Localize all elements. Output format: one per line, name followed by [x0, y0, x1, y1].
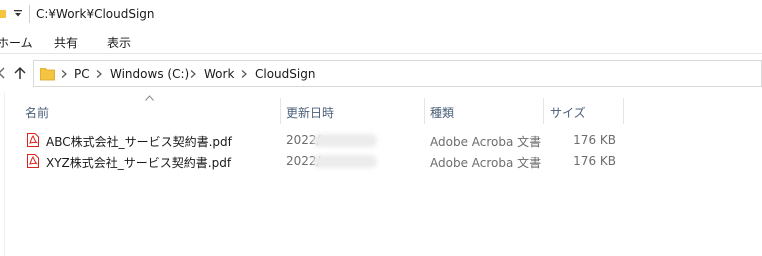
- file-size: 176 KB: [573, 154, 616, 168]
- column-header-date[interactable]: 更新日時: [286, 98, 334, 124]
- pdf-icon: [27, 133, 39, 147]
- column-divider[interactable]: [623, 98, 624, 124]
- back-arrow-icon[interactable]: [0, 66, 6, 80]
- file-name[interactable]: ABC株式会社_サービス契約書.pdf: [46, 133, 232, 150]
- quick-access-dropdown-icon[interactable]: [13, 8, 23, 18]
- window-title: C:¥Work¥CloudSign: [36, 7, 155, 21]
- column-header-size[interactable]: サイズ: [550, 98, 586, 124]
- file-type: Adobe Acroba 文書: [430, 156, 542, 170]
- redacted-date: [313, 155, 377, 168]
- file-size: 176 KB: [573, 133, 616, 147]
- breadcrumb-pc[interactable]: PC: [74, 67, 90, 81]
- column-header-type[interactable]: 種類: [430, 98, 454, 124]
- address-row: PC Windows (C:) Work CloudSign: [0, 54, 762, 92]
- folder-icon: [40, 68, 55, 81]
- tab-share[interactable]: 共有: [54, 34, 78, 51]
- address-bar[interactable]: PC Windows (C:) Work CloudSign: [33, 60, 762, 87]
- chevron-right-icon[interactable]: [190, 70, 196, 78]
- column-header-name[interactable]: 名前: [25, 98, 49, 124]
- file-type: Adobe Acroba 文書: [430, 135, 542, 149]
- tab-view[interactable]: 表示: [107, 34, 131, 51]
- file-row[interactable]: XYZ株式会社_サービス契約書.pdf 2022/ Adobe Acroba 文…: [22, 151, 632, 172]
- sort-ascending-icon: [145, 95, 154, 101]
- chevron-right-icon[interactable]: [96, 70, 102, 78]
- column-divider[interactable]: [543, 98, 544, 124]
- breadcrumb-windows-c[interactable]: Windows (C:): [110, 67, 189, 81]
- up-arrow-icon[interactable]: [13, 66, 27, 80]
- title-separator: [29, 5, 30, 23]
- ribbon-tabs: ホーム 共有 表示: [0, 30, 762, 54]
- title-bar: C:¥Work¥CloudSign: [0, 0, 762, 30]
- file-row[interactable]: ABC株式会社_サービス契約書.pdf 2022/ Adobe Acroba 文…: [22, 130, 632, 151]
- tab-home[interactable]: ホーム: [0, 34, 33, 51]
- folder-icon: [0, 10, 6, 18]
- navigation-pane[interactable]: [0, 92, 5, 256]
- file-name[interactable]: XYZ株式会社_サービス契約書.pdf: [46, 154, 231, 171]
- chevron-right-icon[interactable]: [61, 70, 67, 78]
- redacted-date: [313, 134, 377, 147]
- column-divider[interactable]: [280, 98, 281, 124]
- breadcrumb-cloudsign[interactable]: CloudSign: [255, 67, 315, 81]
- breadcrumb-work[interactable]: Work: [204, 67, 234, 81]
- pdf-icon: [27, 154, 39, 168]
- chevron-right-icon[interactable]: [241, 70, 247, 78]
- column-divider[interactable]: [424, 98, 425, 124]
